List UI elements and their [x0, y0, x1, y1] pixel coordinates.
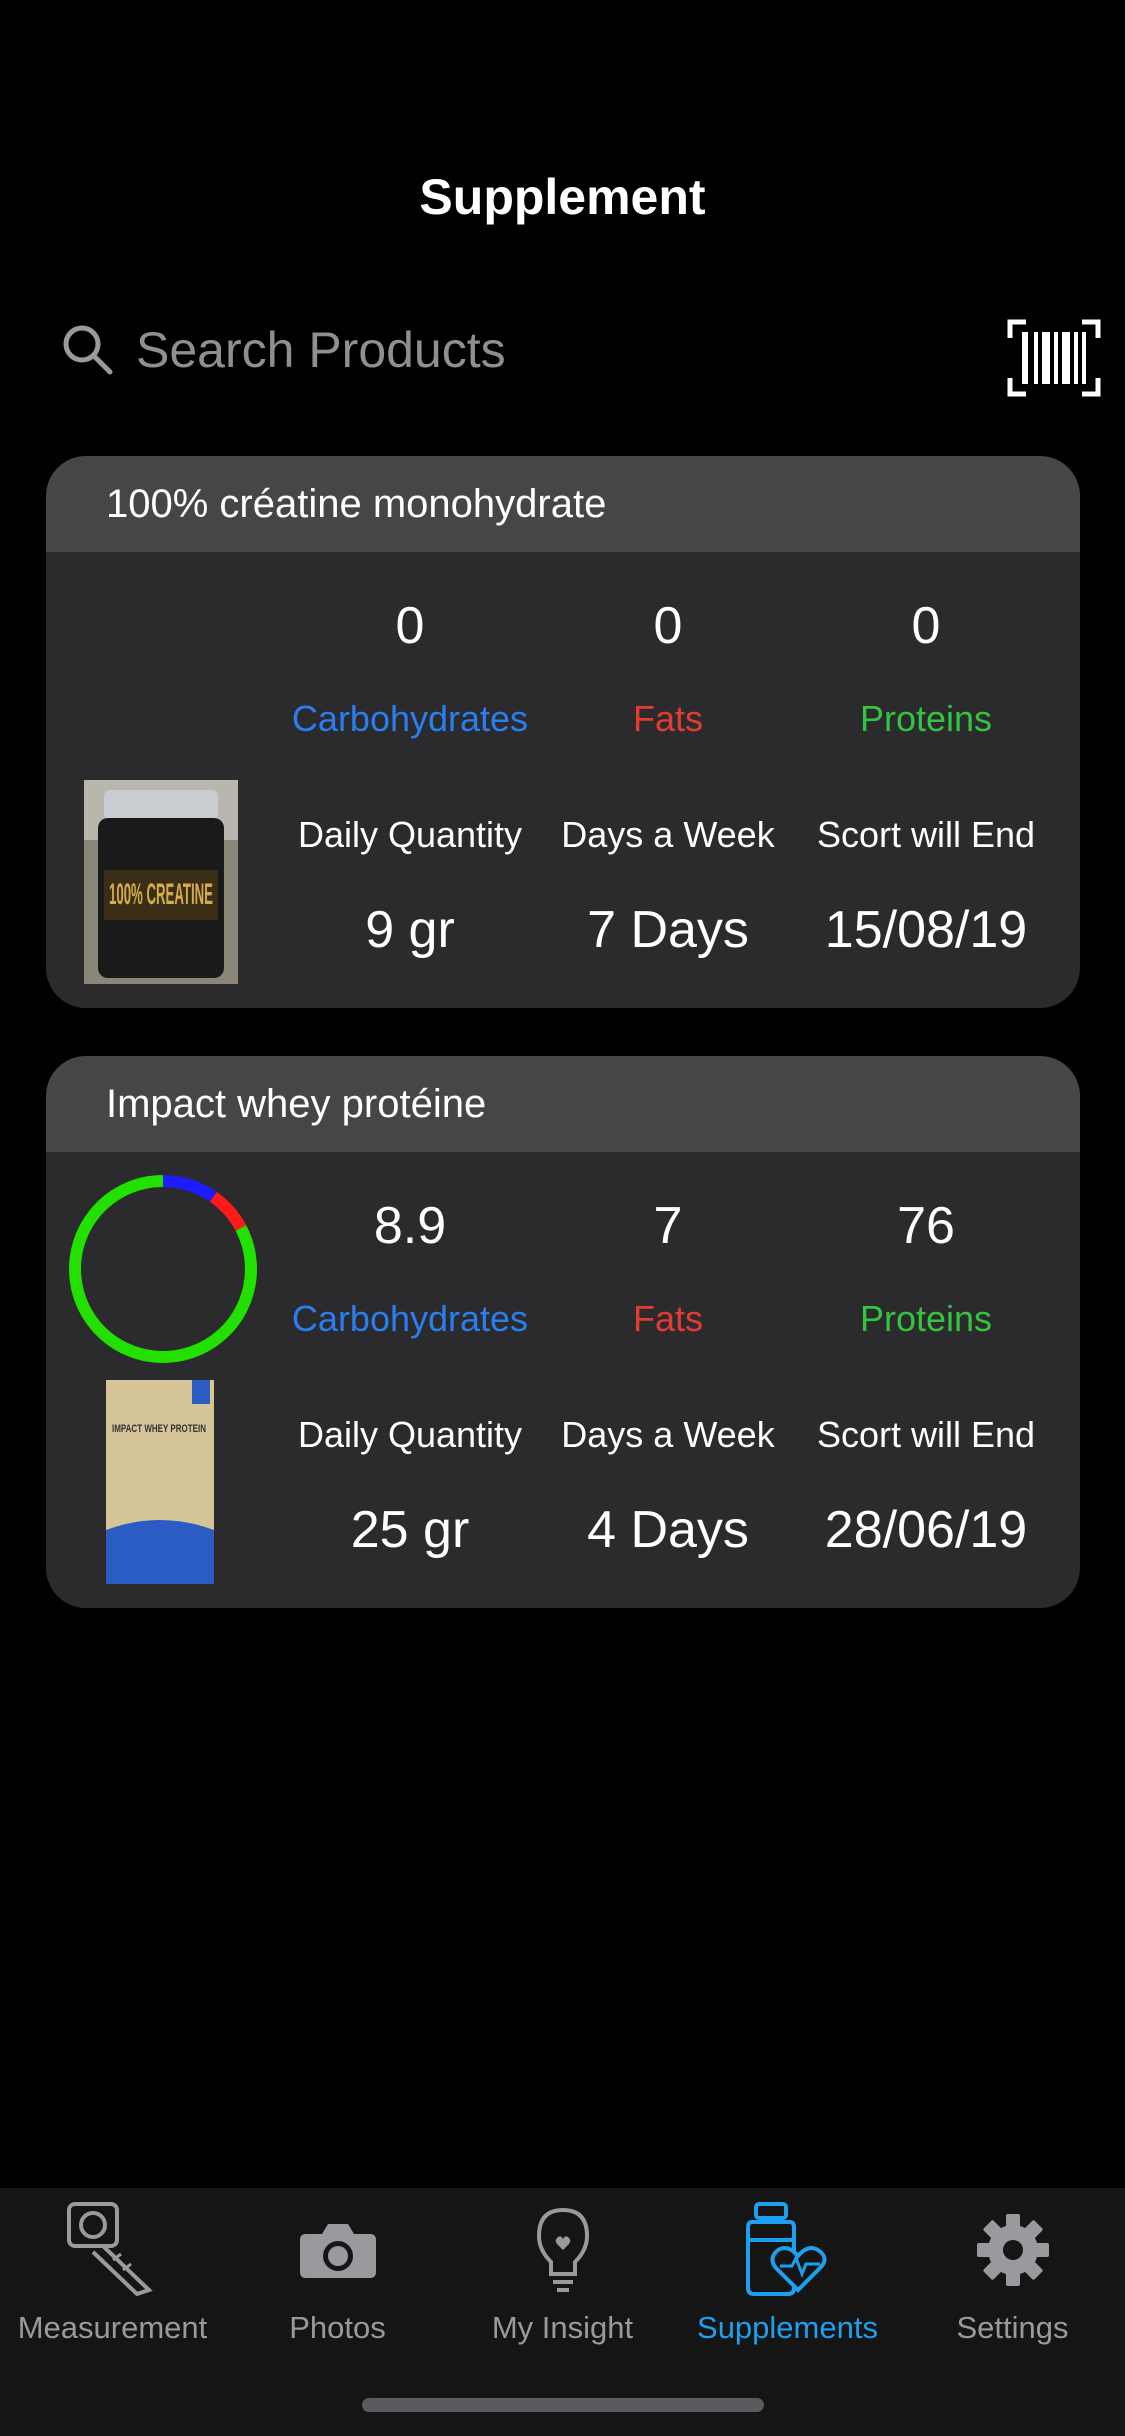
daily-quantity-value: 9 gr	[365, 901, 455, 959]
carbohydrates-value: 8.9	[373, 1197, 447, 1255]
fats-stat: 7	[538, 1196, 798, 1256]
card-title: Impact whey protéine	[46, 1056, 1080, 1152]
proteins-label: Proteins	[859, 698, 993, 739]
camera-icon	[299, 2224, 376, 2278]
fats-stat: 0	[538, 596, 798, 656]
fats-value: 7	[653, 1197, 683, 1255]
carbohydrates-stat: 0	[280, 596, 540, 656]
fats-label: Fats	[632, 698, 703, 739]
carbohydrates-label: Carbohydrates	[291, 1298, 529, 1339]
daily-quantity-label: Daily Quantity	[297, 814, 523, 855]
lightbulb-icon	[536, 2207, 589, 2292]
tab-label: Supplements	[697, 2310, 878, 2345]
tab-my-insight[interactable]: My Insight	[450, 2188, 675, 2348]
days-a-week-label: Days a Week	[561, 814, 775, 855]
macro-donut-chart	[69, 1175, 257, 1363]
end-date-value: 15/08/19	[824, 901, 1028, 959]
measuring-tape-icon	[66, 2202, 153, 2297]
fats-label: Fats	[632, 1298, 703, 1339]
tab-supplements[interactable]: Supplements	[675, 2188, 900, 2348]
days-a-week-label: Days a Week	[561, 1414, 775, 1455]
tab-settings[interactable]: Settings	[900, 2188, 1125, 2348]
daily-quantity-label: Daily Quantity	[297, 1414, 523, 1455]
product-image: IMPACT WHEY PROTEIN	[102, 1380, 218, 1584]
home-indicator	[362, 2398, 764, 2412]
proteins-value: 0	[911, 597, 941, 655]
end-date-label: Scort will End	[816, 814, 1036, 855]
product-image-label: 100% CREATINE	[109, 878, 213, 911]
supplements-heart-icon	[745, 2202, 826, 2296]
proteins-value: 76	[897, 1197, 955, 1255]
tab-label: Photos	[289, 2310, 386, 2345]
fats-value: 0	[653, 597, 683, 655]
supplement-card[interactable]: 100% créatine monohydrate 0 0 0 Carbohyd…	[46, 456, 1080, 1008]
end-date-value: 28/06/19	[824, 1501, 1028, 1559]
carbohydrates-stat: 8.9	[280, 1196, 540, 1256]
tab-photos[interactable]: Photos	[225, 2188, 450, 2348]
tab-label: Settings	[956, 2310, 1069, 2345]
donut-slice-fats	[209, 1191, 247, 1232]
proteins-label: Proteins	[859, 1298, 993, 1339]
proteins-stat: 76	[796, 1196, 1056, 1256]
proteins-stat: 0	[796, 596, 1056, 656]
tab-measurement[interactable]: Measurement	[0, 2188, 225, 2348]
product-image: 100% CREATINE	[84, 780, 238, 984]
gear-icon	[976, 2214, 1049, 2286]
end-date-label: Scort will End	[816, 1414, 1036, 1455]
daily-quantity-value: 25 gr	[350, 1501, 470, 1559]
card-title: 100% créatine monohydrate	[46, 456, 1080, 552]
tab-label: Measurement	[17, 2310, 208, 2345]
search-input[interactable]	[136, 310, 1070, 390]
donut-slice-carbohydrates	[162, 1175, 217, 1202]
days-a-week-value: 7 Days	[587, 901, 749, 959]
product-image-label: IMPACT WHEY PROTEIN	[112, 1423, 206, 1435]
page-title: Supplement	[419, 169, 706, 225]
carbohydrates-value: 0	[395, 597, 425, 655]
tab-label: My Insight	[491, 2310, 634, 2345]
supplement-screen: Supplement 100% créatine monohydrate 0 0…	[0, 0, 1125, 2436]
days-a-week-value: 4 Days	[587, 1501, 749, 1559]
barcode-scanner-icon[interactable]	[1006, 318, 1102, 398]
supplement-card[interactable]: Impact whey protéine 8.9 7 76 Carbohydra…	[46, 1056, 1080, 1608]
search-bar	[60, 300, 1070, 400]
search-icon	[63, 325, 113, 375]
carbohydrates-label: Carbohydrates	[291, 698, 529, 739]
